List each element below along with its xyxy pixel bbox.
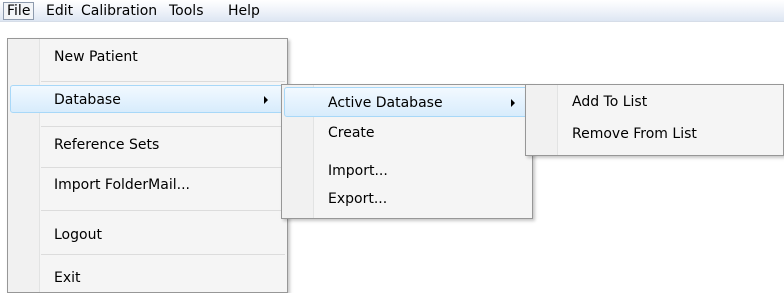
menu-help[interactable]: Help [225,2,263,20]
menu-item-logout[interactable]: Logout [10,225,285,245]
menu-bar: File Edit Calibration Tools Help [0,0,784,22]
menu-calibration[interactable]: Calibration [78,2,160,20]
menu-file[interactable]: File [3,2,35,20]
menu-separator [41,81,285,82]
menu-separator [41,126,285,127]
file-menu: New Patient Database Reference Sets Impo… [7,38,288,293]
menu-item-import[interactable]: Import... [284,161,530,181]
menu-gutter [8,39,40,292]
menu-item-reference-sets[interactable]: Reference Sets [10,135,285,155]
menu-separator [41,254,285,255]
active-database-submenu: Add To List Remove From List [525,84,784,156]
menu-item-export[interactable]: Export... [284,189,530,209]
database-submenu: Active Database Create Import... Export.… [281,84,533,219]
menu-item-import-foldermail[interactable]: Import FolderMail... [10,175,285,195]
menu-item-add-to-list[interactable]: Add To List [528,92,781,112]
menu-item-active-database[interactable]: Active Database [284,93,530,113]
menu-tools[interactable]: Tools [166,2,207,20]
menu-item-remove-from-list[interactable]: Remove From List [528,124,781,144]
menu-item-exit[interactable]: Exit [10,268,285,288]
submenu-arrow-icon [511,99,515,107]
menu-item-create[interactable]: Create [284,123,530,143]
menu-separator [41,210,285,211]
menu-edit[interactable]: Edit [43,2,76,20]
menu-separator [41,167,285,168]
menu-item-new-patient[interactable]: New Patient [10,47,285,67]
menu-item-database[interactable]: Database [10,90,285,110]
submenu-arrow-icon [264,96,268,104]
